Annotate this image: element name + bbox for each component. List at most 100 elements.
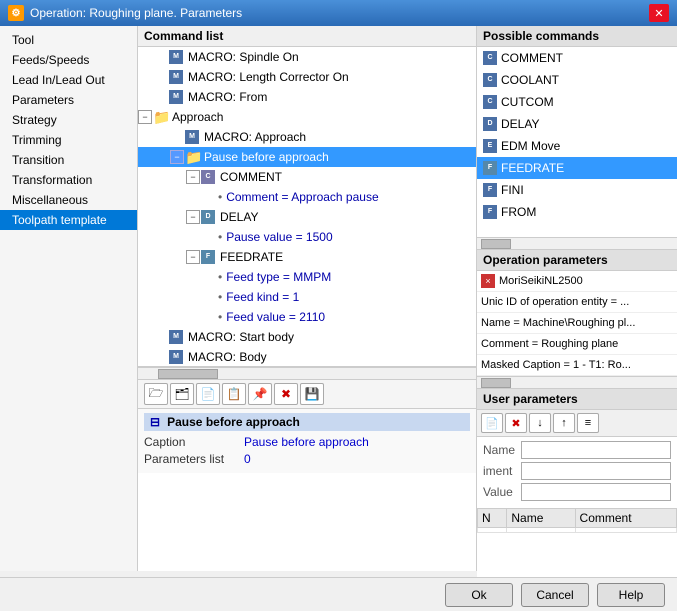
possible-cmd-hscrollbar[interactable] — [477, 237, 677, 249]
user-tb-list[interactable]: ≡ — [577, 413, 599, 433]
nav-strategy[interactable]: Strategy — [0, 110, 137, 130]
tree-item-pause-before-approach[interactable]: − 📁 Pause before approach — [138, 147, 476, 167]
tree-item-length[interactable]: M MACRO: Length Corrector On — [138, 67, 476, 87]
op-row-text: Comment = Roughing plane — [481, 336, 618, 352]
window-title: Operation: Roughing plane. Parameters — [30, 6, 242, 20]
command-tree[interactable]: M MACRO: Spindle On M MACRO: Length Corr… — [138, 47, 476, 367]
nav-lead[interactable]: Lead In/Lead Out — [0, 70, 137, 90]
tree-item-approach-folder[interactable]: − 📁 Approach — [138, 107, 476, 127]
tree-item-start-body[interactable]: M MACRO: Start body — [138, 327, 476, 347]
col-n: N — [478, 509, 507, 528]
expand-icon[interactable]: − — [186, 210, 200, 224]
tree-item-comment[interactable]: − C COMMENT — [138, 167, 476, 187]
operation-params-header: Operation parameters — [477, 250, 677, 271]
cmd-edm[interactable]: E EDM Move — [477, 135, 677, 157]
toolbar-btn-5[interactable]: 📌 — [248, 383, 272, 405]
tree-item-feed-kind[interactable]: • Feed kind = 1 — [138, 287, 476, 307]
close-button[interactable]: ✕ — [649, 4, 669, 22]
toolbar-btn-4[interactable]: 📋 — [222, 383, 246, 405]
op-row-machine[interactable]: × MoriSeikiNL2500 — [477, 271, 677, 292]
delay-icon: D — [201, 210, 215, 224]
iment-field-row: iment — [483, 462, 671, 480]
macro-icon: M — [169, 70, 183, 84]
table-cell — [478, 528, 507, 533]
cmd-delay[interactable]: D DELAY — [477, 113, 677, 135]
possible-commands-list[interactable]: C COMMENT C COOLANT C CUTCOM D DELAY — [477, 47, 677, 237]
name-input[interactable] — [521, 441, 671, 459]
cmd-comment[interactable]: C COMMENT — [477, 47, 677, 69]
ok-button[interactable]: Ok — [445, 583, 513, 607]
tree-item-delay-value[interactable]: • Pause value = 1500 — [138, 227, 476, 247]
col-name: Name — [507, 509, 575, 528]
scrollbar-thumb[interactable] — [481, 378, 511, 388]
op-row-masked[interactable]: Masked Caption = 1 - T1: Ro... — [477, 355, 677, 376]
op-params-hscrollbar[interactable] — [477, 376, 677, 388]
name-field-row: Name — [483, 441, 671, 459]
name-label: Name — [483, 443, 521, 457]
nav-miscellaneous[interactable]: Miscellaneous — [0, 190, 137, 210]
toolbar-btn-save[interactable]: 💾 — [300, 383, 324, 405]
cmd-icon: F — [483, 183, 497, 197]
expand-icon[interactable]: − — [138, 110, 152, 124]
tree-item-spindle[interactable]: M MACRO: Spindle On — [138, 47, 476, 67]
folder-icon: 📁 — [154, 110, 170, 124]
cmd-fini[interactable]: F FINI — [477, 179, 677, 201]
cmd-from[interactable]: F FROM — [477, 201, 677, 223]
tree-item-body[interactable]: M MACRO: Body — [138, 347, 476, 367]
title-bar: ⚙ Operation: Roughing plane. Parameters … — [0, 0, 677, 26]
tree-item-feed-value[interactable]: • Feed value = 2110 — [138, 307, 476, 327]
expand-icon[interactable]: − — [186, 250, 200, 264]
tree-item-macro-approach[interactable]: M MACRO: Approach — [138, 127, 476, 147]
cmd-feedrate[interactable]: F FEEDRATE — [477, 157, 677, 179]
tree-item-text: MACRO: Body — [188, 348, 267, 366]
info-expand-icon[interactable]: ⊟ — [150, 415, 160, 429]
user-tb-delete[interactable]: ✖ — [505, 413, 527, 433]
cancel-button[interactable]: Cancel — [521, 583, 589, 607]
nav-feeds[interactable]: Feeds/Speeds — [0, 50, 137, 70]
nav-trimming[interactable]: Trimming — [0, 130, 137, 150]
expand-icon[interactable]: − — [170, 150, 184, 164]
macro-icon: M — [169, 330, 183, 344]
tree-horizontal-scrollbar[interactable] — [138, 367, 476, 379]
nav-parameters[interactable]: Parameters — [0, 90, 137, 110]
iment-input[interactable] — [521, 462, 671, 480]
tree-item-value: Feed type = MMPM — [226, 268, 331, 286]
cmd-coolant[interactable]: C COOLANT — [477, 69, 677, 91]
nav-transformation[interactable]: Transformation — [0, 170, 137, 190]
possible-commands-section: Possible commands C COMMENT C COOLANT C … — [477, 26, 677, 250]
table-cell — [575, 528, 676, 533]
toolbar-btn-delete[interactable]: ✖ — [274, 383, 298, 405]
tree-item-delay[interactable]: − D DELAY — [138, 207, 476, 227]
nav-transition[interactable]: Transition — [0, 150, 137, 170]
cmd-icon: F — [483, 161, 497, 175]
operation-params-section: Operation parameters × MoriSeikiNL2500 U… — [477, 250, 677, 389]
expand-icon[interactable]: − — [186, 170, 200, 184]
op-row-unic[interactable]: Unic ID of operation entity = ... — [477, 292, 677, 313]
user-tb-down[interactable]: ↓ — [529, 413, 551, 433]
op-row-name[interactable]: Name = Machine\Roughing pl... — [477, 313, 677, 334]
operation-params-list[interactable]: × MoriSeikiNL2500 Unic ID of operation e… — [477, 271, 677, 376]
toolbar-btn-2[interactable]: 🗂 — [170, 383, 194, 405]
nav-toolpath[interactable]: Toolpath template — [0, 210, 137, 230]
window-icon: ⚙ — [8, 5, 24, 21]
toolbar-btn-1[interactable]: 🗁 — [144, 383, 168, 405]
tree-item-feedrate[interactable]: − F FEEDRATE — [138, 247, 476, 267]
help-button[interactable]: Help — [597, 583, 665, 607]
tree-item-feed-type[interactable]: • Feed type = MMPM — [138, 267, 476, 287]
cmd-cutcom[interactable]: C CUTCOM — [477, 91, 677, 113]
user-tb-new[interactable]: 📄 — [481, 413, 503, 433]
tree-item-from[interactable]: M MACRO: From — [138, 87, 476, 107]
scrollbar-thumb[interactable] — [481, 239, 511, 249]
nav-tool[interactable]: Tool — [0, 30, 137, 50]
tree-item-comment-value[interactable]: • Comment = Approach pause — [138, 187, 476, 207]
table-row — [478, 528, 677, 533]
user-params-header: User parameters — [477, 389, 677, 410]
value-input[interactable] — [521, 483, 671, 501]
op-row-text: MoriSeikiNL2500 — [499, 273, 583, 289]
toolbar-btn-3[interactable]: 📄 — [196, 383, 220, 405]
scrollbar-thumb[interactable] — [158, 369, 218, 379]
op-row-comment[interactable]: Comment = Roughing plane — [477, 334, 677, 355]
user-tb-up[interactable]: ↑ — [553, 413, 575, 433]
user-params-toolbar: 📄 ✖ ↓ ↑ ≡ — [477, 410, 677, 437]
user-params-table-area[interactable]: N Name Comment — [477, 508, 677, 578]
